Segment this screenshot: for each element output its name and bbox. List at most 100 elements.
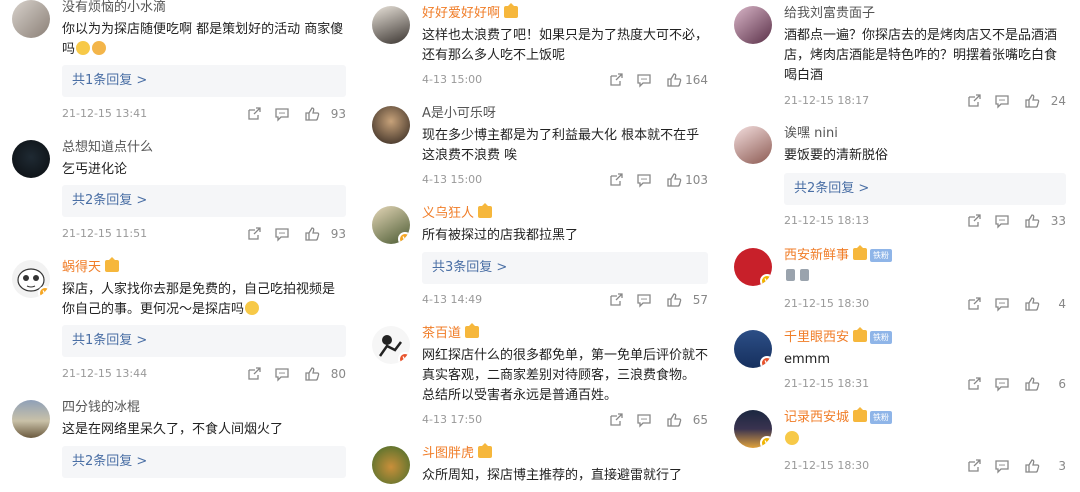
comment-date: 4-13 14:49 bbox=[422, 293, 483, 306]
share-icon[interactable] bbox=[966, 458, 982, 474]
comment-item: v 茶百道 网红探店什么的很多都免单，第一免单后评价就不真实客观，二商家差别对待… bbox=[360, 323, 722, 430]
share-icon[interactable] bbox=[966, 296, 982, 312]
username[interactable]: 没有烦恼的小水滴 bbox=[62, 0, 166, 16]
user-avatar[interactable] bbox=[734, 126, 772, 164]
reply-count-link[interactable]: 共2条回复 > bbox=[784, 173, 1066, 205]
username-text: 千里眼西安 bbox=[784, 330, 850, 345]
comment-meta: 21-12-15 18:31 6 bbox=[784, 374, 1066, 394]
comment-date: 21-12-15 13:44 bbox=[62, 367, 148, 380]
comment-icon[interactable] bbox=[994, 376, 1010, 392]
comment-icon[interactable] bbox=[994, 296, 1010, 312]
share-icon[interactable] bbox=[246, 106, 262, 122]
comment-item: v 西安新鲜事 铁粉 21-12-15 18:30 4 bbox=[722, 245, 1080, 312]
like-icon[interactable] bbox=[1024, 213, 1040, 229]
comment-icon[interactable] bbox=[636, 172, 652, 188]
share-icon[interactable] bbox=[608, 292, 624, 308]
comment-meta: 21-12-15 18:13 33 bbox=[784, 211, 1066, 231]
like-count: 33 bbox=[1050, 214, 1066, 228]
like-count: 103 bbox=[685, 173, 708, 187]
crown-icon bbox=[105, 257, 120, 272]
username[interactable]: A是小可乐呀 bbox=[422, 106, 496, 122]
share-icon[interactable] bbox=[608, 412, 624, 428]
comment-date: 21-12-15 11:51 bbox=[62, 227, 148, 240]
comment-text bbox=[784, 268, 1066, 289]
user-avatar[interactable] bbox=[12, 140, 50, 178]
like-icon[interactable] bbox=[666, 412, 682, 428]
weibo-comments-screenshot: 没有烦恼的小水滴 你以为为探店随便吃啊 都是策划好的活动 商家傻吗 共1条回复 … bbox=[0, 0, 1080, 492]
like-icon[interactable] bbox=[1024, 458, 1040, 474]
comment-date: 4-13 15:00 bbox=[422, 173, 483, 186]
username[interactable]: 斗图胖虎 bbox=[422, 443, 493, 462]
like-count: 80 bbox=[330, 367, 346, 381]
comment-column-1: 没有烦恼的小水滴 你以为为探店随便吃啊 都是策划好的活动 商家傻吗 共1条回复 … bbox=[0, 0, 360, 492]
username-text: 西安新鲜事 bbox=[784, 248, 850, 263]
comment-icon[interactable] bbox=[274, 226, 290, 242]
user-avatar[interactable] bbox=[372, 446, 410, 484]
laugh-emoji-icon bbox=[76, 41, 91, 55]
grin-emoji-icon bbox=[92, 41, 107, 55]
reply-count-link[interactable]: 共2条回复 > bbox=[62, 446, 346, 478]
user-avatar[interactable] bbox=[372, 6, 410, 44]
user-avatar[interactable]: v bbox=[12, 260, 50, 298]
reply-count-link[interactable]: 共1条回复 > bbox=[62, 65, 346, 97]
like-icon[interactable] bbox=[1024, 296, 1040, 312]
verified-badge-icon: v bbox=[760, 274, 772, 286]
user-avatar[interactable]: v bbox=[734, 410, 772, 448]
comment-icon[interactable] bbox=[994, 458, 1010, 474]
like-icon[interactable] bbox=[666, 172, 682, 188]
share-icon[interactable] bbox=[608, 172, 624, 188]
username-text: 斗图胖虎 bbox=[422, 446, 475, 461]
user-avatar[interactable] bbox=[734, 6, 772, 44]
share-icon[interactable] bbox=[246, 226, 262, 242]
like-icon[interactable] bbox=[304, 226, 320, 242]
username[interactable]: 四分钱的冰棍 bbox=[62, 400, 140, 416]
username-text: 好好爱好好啊 bbox=[422, 6, 501, 21]
like-count: 4 bbox=[1058, 297, 1066, 311]
username[interactable]: 总想知道点什么 bbox=[62, 140, 153, 156]
like-icon[interactable] bbox=[666, 72, 682, 88]
comment-icon[interactable] bbox=[274, 366, 290, 382]
share-icon[interactable] bbox=[966, 93, 982, 109]
username-text: 记录西安城 bbox=[784, 410, 850, 425]
user-avatar[interactable] bbox=[372, 106, 410, 144]
comment-item: v 义乌狂人 所有被探过的店我都拉黑了 共3条回复 > 4-13 14:49 5… bbox=[360, 203, 722, 310]
comment-icon[interactable] bbox=[994, 93, 1010, 109]
comment-meta: 4-13 17:50 65 bbox=[422, 410, 708, 430]
user-avatar[interactable]: v bbox=[372, 206, 410, 244]
like-icon[interactable] bbox=[1024, 93, 1040, 109]
username[interactable]: 蜗得天 bbox=[62, 257, 120, 276]
comment-icon[interactable] bbox=[636, 72, 652, 88]
comment-meta: 4-13 15:00 103 bbox=[422, 170, 708, 190]
username[interactable]: 诶嘿 nini bbox=[784, 126, 838, 142]
reply-count-link[interactable]: 共1条回复 > bbox=[62, 325, 346, 357]
user-avatar[interactable]: v bbox=[734, 248, 772, 286]
crown-icon bbox=[478, 443, 493, 458]
comment-icon[interactable] bbox=[274, 106, 290, 122]
share-icon[interactable] bbox=[608, 72, 624, 88]
like-icon[interactable] bbox=[666, 292, 682, 308]
comment-item: 没有烦恼的小水滴 你以为为探店随便吃啊 都是策划好的活动 商家傻吗 共1条回复 … bbox=[0, 0, 360, 126]
reply-count-link[interactable]: 共2条回复 > bbox=[62, 185, 346, 217]
share-icon[interactable] bbox=[246, 366, 262, 382]
username[interactable]: 茶百道 bbox=[422, 323, 480, 342]
comment-icon[interactable] bbox=[636, 412, 652, 428]
user-avatar[interactable] bbox=[12, 0, 50, 38]
username[interactable]: 义乌狂人 bbox=[422, 203, 493, 222]
user-avatar[interactable]: v bbox=[372, 326, 410, 364]
username[interactable]: 千里眼西安 铁粉 bbox=[784, 327, 893, 346]
user-avatar[interactable] bbox=[12, 400, 50, 438]
share-icon[interactable] bbox=[966, 213, 982, 229]
comment-icon[interactable] bbox=[994, 213, 1010, 229]
user-avatar[interactable]: v bbox=[734, 330, 772, 368]
like-icon[interactable] bbox=[1024, 376, 1040, 392]
username[interactable]: 西安新鲜事 铁粉 bbox=[784, 245, 893, 264]
reply-count-link[interactable]: 共3条回复 > bbox=[422, 252, 708, 284]
share-icon[interactable] bbox=[966, 376, 982, 392]
username[interactable]: 记录西安城 铁粉 bbox=[784, 407, 893, 426]
like-icon[interactable] bbox=[304, 106, 320, 122]
username[interactable]: 给我刘富贵面子 bbox=[784, 6, 875, 22]
like-icon[interactable] bbox=[304, 366, 320, 382]
crown-icon bbox=[853, 407, 868, 422]
username[interactable]: 好好爱好好啊 bbox=[422, 3, 519, 22]
comment-icon[interactable] bbox=[636, 292, 652, 308]
